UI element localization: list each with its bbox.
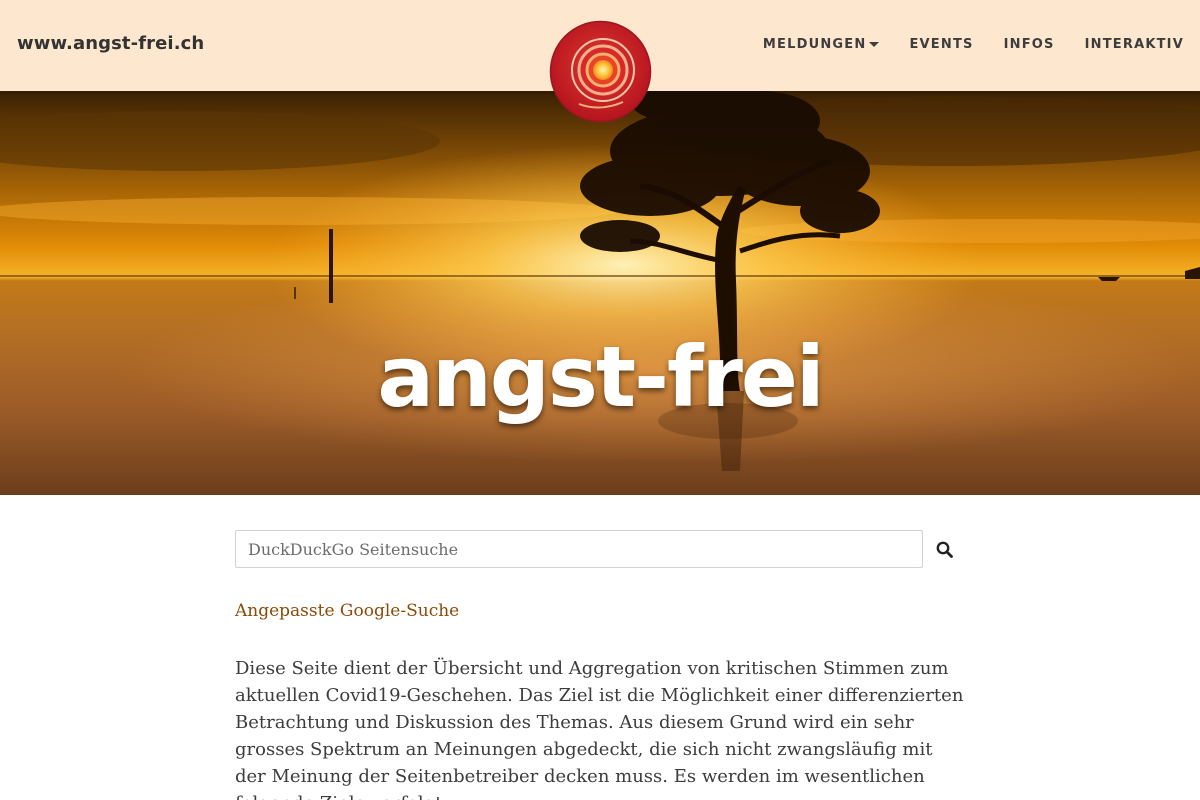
nav-item-infos[interactable]: INFOS <box>1004 37 1055 52</box>
search-button[interactable] <box>934 539 954 559</box>
brand-link[interactable]: www.angst-frei.ch <box>17 33 204 54</box>
main-nav: MELDUNGEN EVENTS INFOS INTERAKTIV <box>763 37 1184 52</box>
sunset-tree-image <box>0 91 1200 495</box>
main-content: Angepasste Google-Suche Diese Seite dien… <box>235 530 965 800</box>
nav-item-label: EVENTS <box>909 37 974 52</box>
logo-icon <box>549 20 652 123</box>
site-logo[interactable] <box>549 20 652 123</box>
chevron-down-icon <box>869 42 880 47</box>
nav-item-label: MELDUNGEN <box>762 37 867 52</box>
nav-item-meldungen[interactable]: MELDUNGEN <box>763 37 880 52</box>
search-form <box>235 530 965 568</box>
nav-item-label: INFOS <box>1003 37 1055 52</box>
google-search-link[interactable]: Angepasste Google-Suche <box>235 601 965 621</box>
hero-title: angst-frei <box>377 328 824 426</box>
search-input[interactable] <box>235 530 923 568</box>
nav-item-events[interactable]: EVENTS <box>909 37 973 52</box>
nav-item-label: INTERAKTIV <box>1084 37 1184 52</box>
intro-paragraph: Diese Seite dient der Übersicht und Aggr… <box>235 658 964 800</box>
hero-banner: angst-frei <box>0 91 1200 495</box>
search-icon <box>936 541 953 558</box>
nav-item-interaktiv[interactable]: INTERAKTIV <box>1085 37 1184 52</box>
